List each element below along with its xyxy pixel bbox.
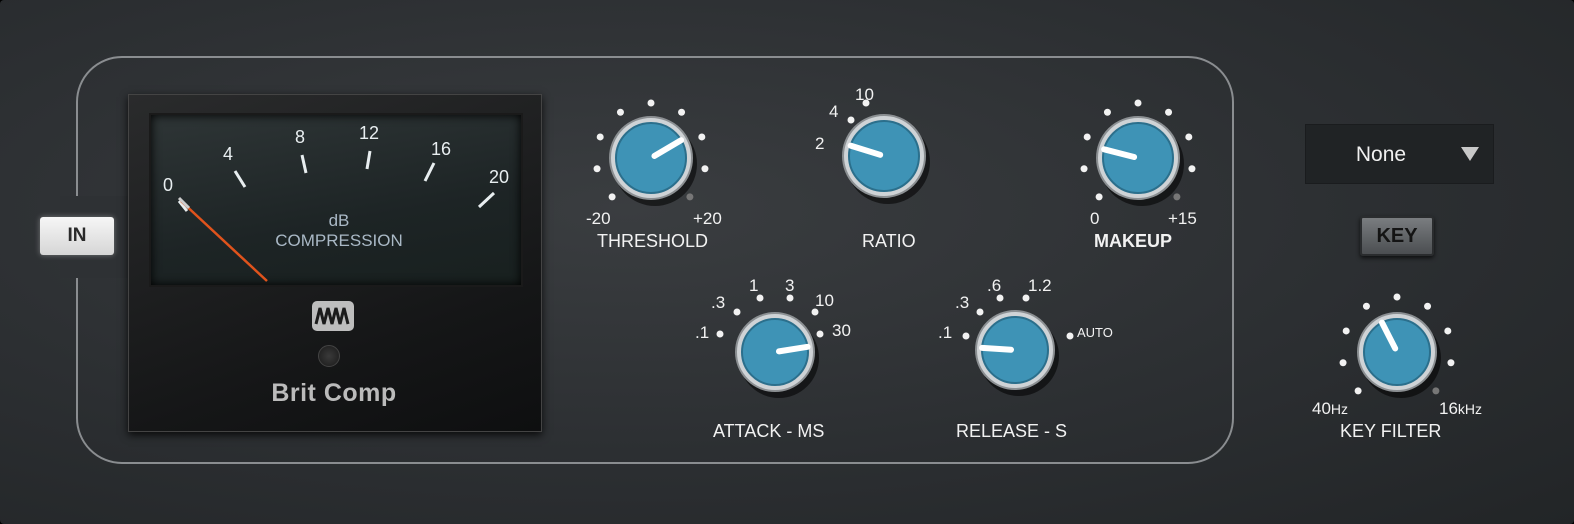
ratio-label: RATIO [862, 231, 916, 251]
release-scale: .3 [955, 293, 970, 312]
attack-scale: 10 [815, 291, 834, 310]
scale-dot [1188, 165, 1196, 173]
ratio-scale-2: 2 [815, 134, 825, 153]
makeup-label: MAKEUP [1094, 231, 1173, 251]
threshold-min-label: -20 [586, 209, 611, 228]
scale-dot [616, 108, 624, 116]
key-button[interactable]: KEY [1360, 216, 1434, 256]
scale-dot [716, 330, 724, 338]
scale-dot [593, 165, 601, 173]
key-filter-min-value: 40 [1312, 399, 1331, 418]
key-filter-max-value: 16 [1439, 399, 1458, 418]
scale-dot [1095, 193, 1103, 201]
scale-dot [1066, 332, 1074, 340]
scale-dot [686, 193, 694, 201]
release-scale: .6 [987, 276, 1002, 295]
attack-scale: .1 [695, 323, 710, 342]
sidechain-select[interactable]: None [1305, 124, 1494, 184]
threshold-max-label: +20 [693, 209, 722, 228]
scale-dot [647, 99, 655, 107]
makeup-knob-face [1102, 122, 1174, 194]
scale-dot [1339, 359, 1347, 367]
ratio-scale-10: 10 [855, 85, 874, 104]
ratio-scale-4: 4 [829, 102, 839, 121]
scale-dot [1444, 327, 1452, 335]
scale-dot [962, 332, 970, 340]
key-filter-min-label: 40Hz [1312, 399, 1348, 419]
release-scale: 1.2 [1028, 276, 1052, 295]
attack-knob-face [741, 318, 809, 386]
scale-dot [1342, 327, 1350, 335]
scale-dot [678, 108, 686, 116]
makeup-min-label: 0 [1090, 209, 1100, 228]
chevron-down-icon [1461, 147, 1479, 161]
sidechain-value: None [1355, 143, 1407, 166]
key-filter-max-unit: kHz [1457, 401, 1483, 417]
scale-dot [698, 133, 706, 141]
scale-dot [816, 330, 824, 338]
attack-label: ATTACK - MS [713, 421, 825, 441]
scale-dot [1424, 302, 1432, 310]
key-filter-label: KEY FILTER [1340, 421, 1442, 441]
scale-dot [1432, 387, 1440, 395]
threshold-label: THRESHOLD [597, 231, 709, 251]
knob-pointer [979, 344, 1015, 353]
release-scale: .1 [938, 323, 953, 342]
threshold-knob-face [615, 122, 687, 194]
plugin-panel: IN 0 4 8 12 16 20 dB COMPRESSION Brit Co… [0, 0, 1574, 524]
scale-dot [976, 308, 984, 316]
scale-dot [608, 193, 616, 201]
scale-dot [1165, 108, 1173, 116]
scale-dot [1447, 359, 1455, 367]
scale-dot [1393, 293, 1401, 301]
scale-dot [733, 308, 741, 316]
release-scale: AUTO [1077, 325, 1113, 340]
scale-dot [1083, 133, 1091, 141]
scale-dot [701, 165, 709, 173]
attack-scale: .3 [711, 293, 726, 312]
release-label: RELEASE - S [956, 421, 1068, 441]
scale-dot [596, 133, 604, 141]
scale-dot [1103, 108, 1111, 116]
scale-dot [847, 116, 855, 124]
key-filter-max-label: 16kHz [1439, 399, 1482, 419]
scale-dot [1173, 193, 1181, 201]
attack-scale: 1 [749, 276, 759, 295]
key-filter-min-unit: Hz [1330, 401, 1349, 417]
makeup-max-label: +15 [1168, 209, 1197, 228]
scale-dot [1354, 387, 1362, 395]
scale-dot [1080, 165, 1088, 173]
attack-scale: 3 [785, 276, 795, 295]
scale-dot [1362, 302, 1370, 310]
knob-layer [593, 99, 1455, 398]
scale-dot [1185, 133, 1193, 141]
scale-dot [1134, 99, 1142, 107]
attack-scale: 30 [832, 321, 851, 340]
key_filter-knob-face [1363, 318, 1431, 386]
ratio-knob-face [848, 120, 920, 192]
